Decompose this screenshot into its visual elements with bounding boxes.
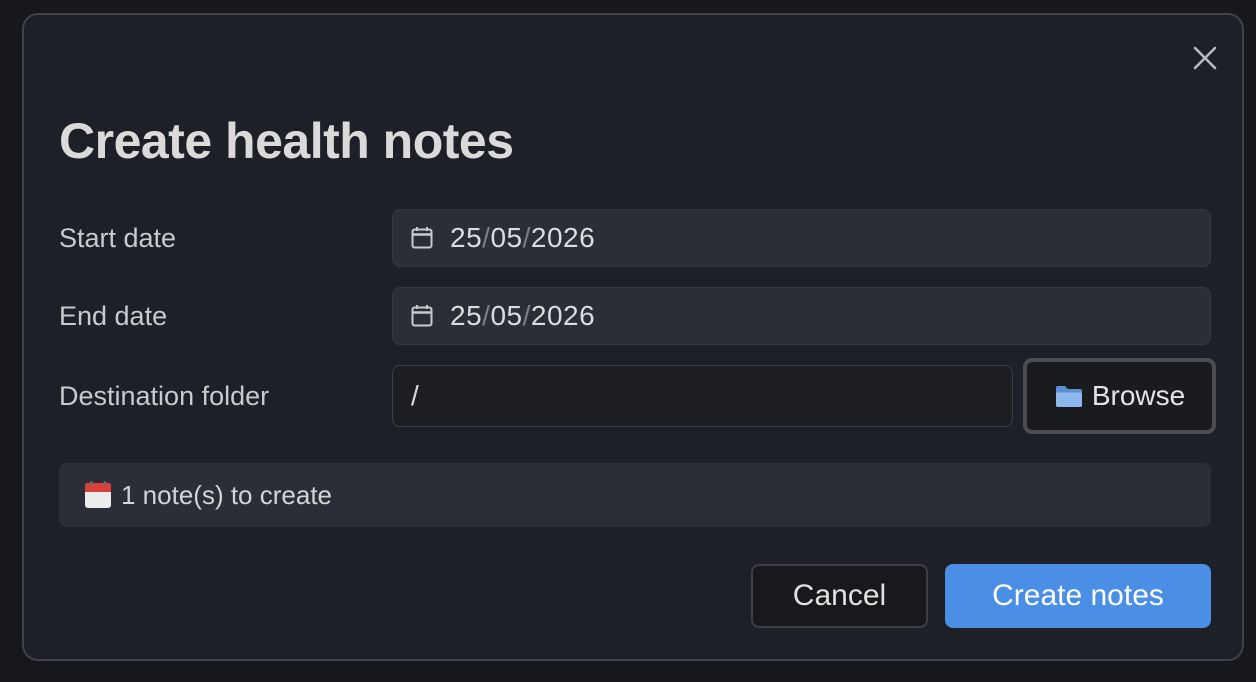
create-notes-button[interactable]: Create notes: [945, 564, 1211, 628]
destination-folder-input[interactable]: [392, 365, 1013, 427]
destination-folder-label: Destination folder: [59, 381, 270, 411]
close-button[interactable]: [1190, 43, 1220, 73]
close-icon: [1193, 46, 1217, 70]
browse-label: Browse: [1091, 380, 1186, 411]
start-date-day[interactable]: 25: [450, 222, 482, 253]
browse-button[interactable]: Browse: [1023, 358, 1216, 434]
notes-count-text: 1 note(s) to create: [121, 479, 332, 510]
date-separator: /: [522, 222, 531, 253]
date-separator: /: [522, 300, 531, 331]
start-date-label: Start date: [59, 223, 177, 253]
cancel-button[interactable]: Cancel: [751, 564, 928, 628]
calendar-emoji-icon: [83, 480, 113, 510]
end-date-year[interactable]: 2026: [531, 300, 595, 331]
dialog-title: Create health notes: [59, 113, 514, 169]
start-date-month[interactable]: 05: [490, 222, 522, 253]
folder-icon: [1054, 383, 1084, 409]
end-date-value: 25/05/2026: [450, 300, 595, 332]
start-date-input[interactable]: 25/05/2026: [392, 209, 1211, 267]
start-date-year[interactable]: 2026: [531, 222, 595, 253]
calendar-icon[interactable]: [411, 226, 433, 250]
notes-count-summary: 1 note(s) to create: [59, 463, 1211, 527]
end-date-input[interactable]: 25/05/2026: [392, 287, 1211, 345]
end-date-month[interactable]: 05: [490, 300, 522, 331]
start-date-value: 25/05/2026: [450, 222, 595, 254]
create-health-notes-dialog: Create health notes Start date 25/05/202…: [22, 13, 1244, 661]
end-date-label: End date: [59, 301, 168, 331]
calendar-icon[interactable]: [411, 304, 433, 328]
end-date-day[interactable]: 25: [450, 300, 482, 331]
